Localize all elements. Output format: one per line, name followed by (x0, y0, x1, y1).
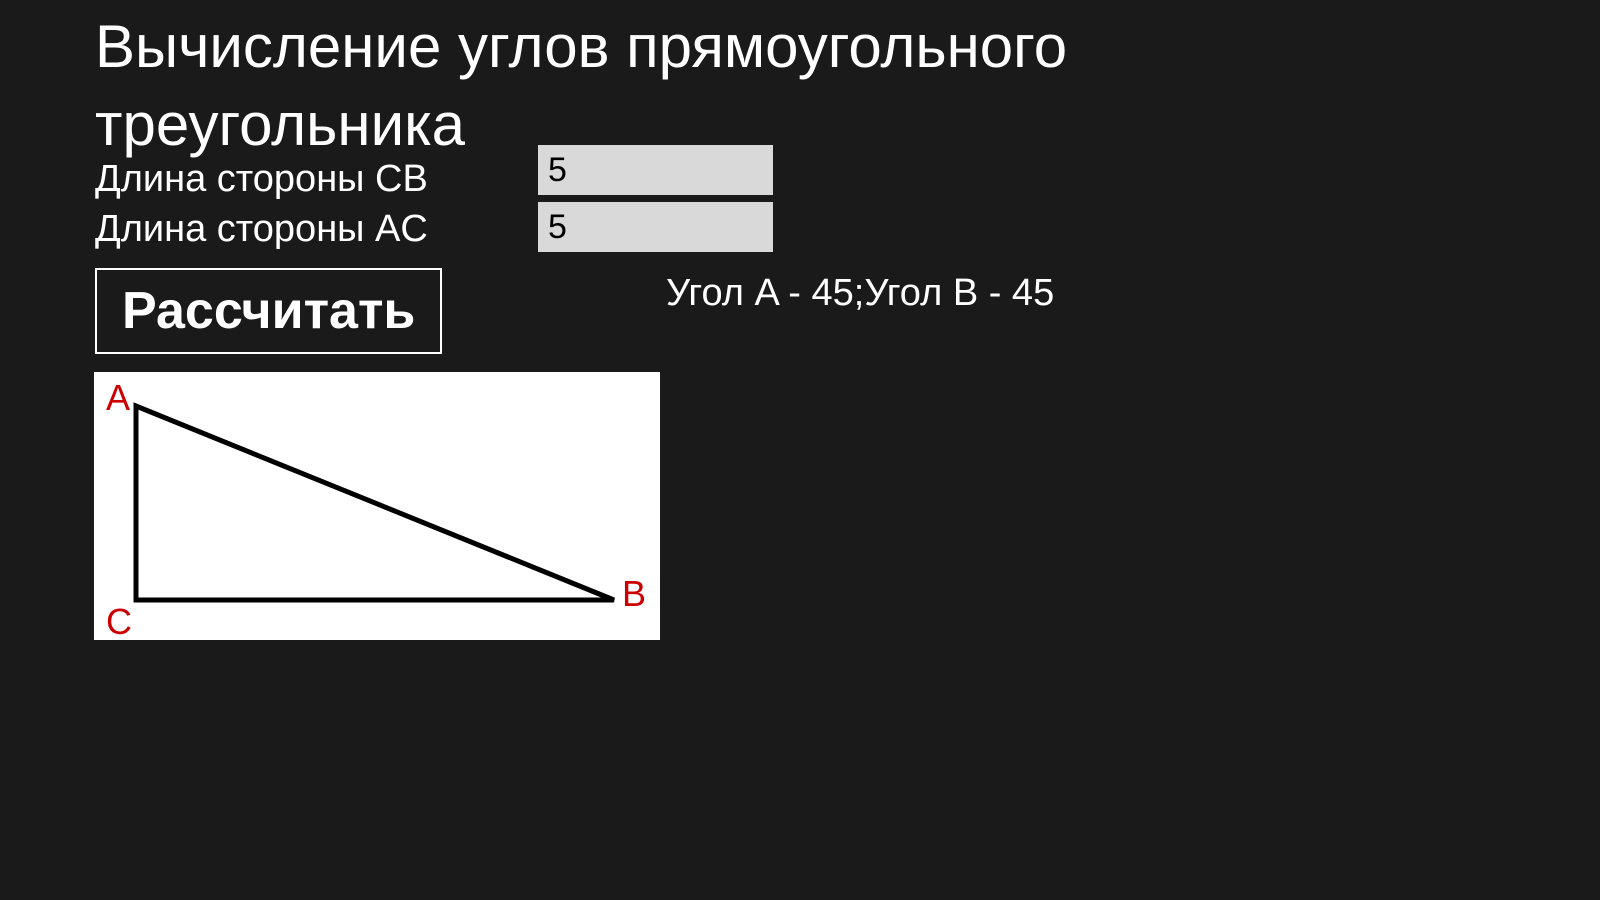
vertex-c: C (106, 601, 132, 640)
triangle-diagram: A B C (94, 372, 660, 640)
input-side-cb[interactable] (538, 145, 773, 195)
app-root: Вычисление углов прямоугольного треуголь… (0, 0, 1600, 900)
vertex-a: A (106, 377, 130, 418)
page-title: Вычисление углов прямоугольного треуголь… (95, 8, 1195, 164)
vertex-b: B (622, 573, 646, 614)
input-side-ac[interactable] (538, 202, 773, 252)
label-side-ac: Длина стороны AC (95, 208, 428, 251)
label-side-cb: Длина стороны CB (95, 158, 428, 201)
result-output: Угол A - 45;Угол B - 45 (666, 272, 1054, 315)
calculate-button[interactable]: Рассчитать (95, 268, 442, 354)
